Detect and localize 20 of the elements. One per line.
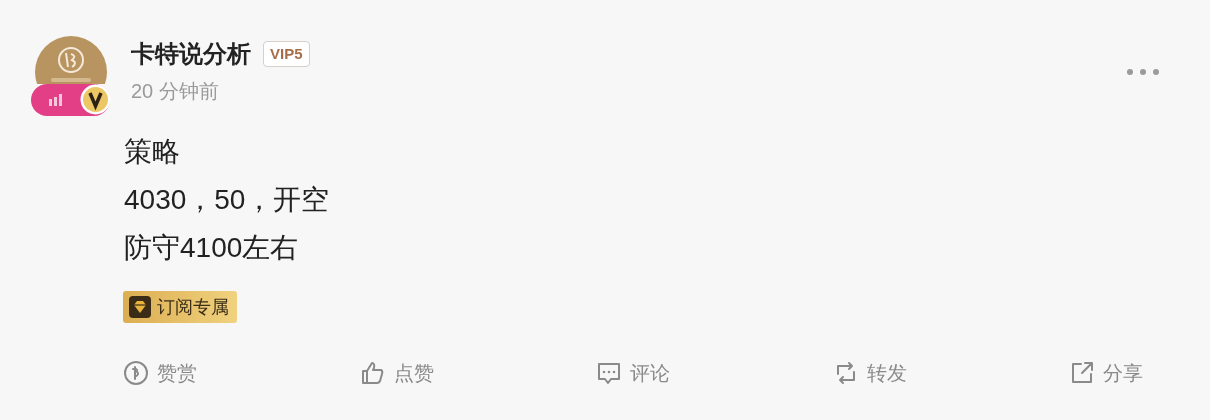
coin-icon bbox=[123, 360, 149, 386]
share-icon bbox=[1069, 360, 1095, 386]
share-button[interactable]: 分享 bbox=[1069, 358, 1143, 388]
avatar-logo[interactable] bbox=[35, 36, 107, 84]
verified-icon bbox=[80, 84, 111, 115]
post-text-line: 防守4100左右 bbox=[124, 231, 299, 265]
post-text-line: 策略 bbox=[124, 135, 180, 169]
more-icon[interactable] bbox=[1126, 67, 1160, 77]
author-name[interactable]: 卡特说分析 bbox=[131, 36, 251, 72]
subscriber-tag: 订阅专属 bbox=[123, 291, 237, 323]
post-text-line: 4030，50，开空 bbox=[124, 183, 330, 217]
speech-bubble-icon bbox=[596, 360, 622, 386]
repost-button[interactable]: 转发 bbox=[832, 358, 907, 388]
vip-badge: VIP5 bbox=[263, 41, 310, 67]
comment-button[interactable]: 评论 bbox=[596, 358, 670, 388]
post-time: 20 分钟前 bbox=[131, 79, 220, 104]
bars-icon bbox=[49, 94, 63, 106]
thumbs-up-icon bbox=[359, 360, 386, 386]
like-button[interactable]: 点赞 bbox=[359, 358, 434, 388]
tip-button[interactable]: 赞赏 bbox=[123, 358, 197, 388]
